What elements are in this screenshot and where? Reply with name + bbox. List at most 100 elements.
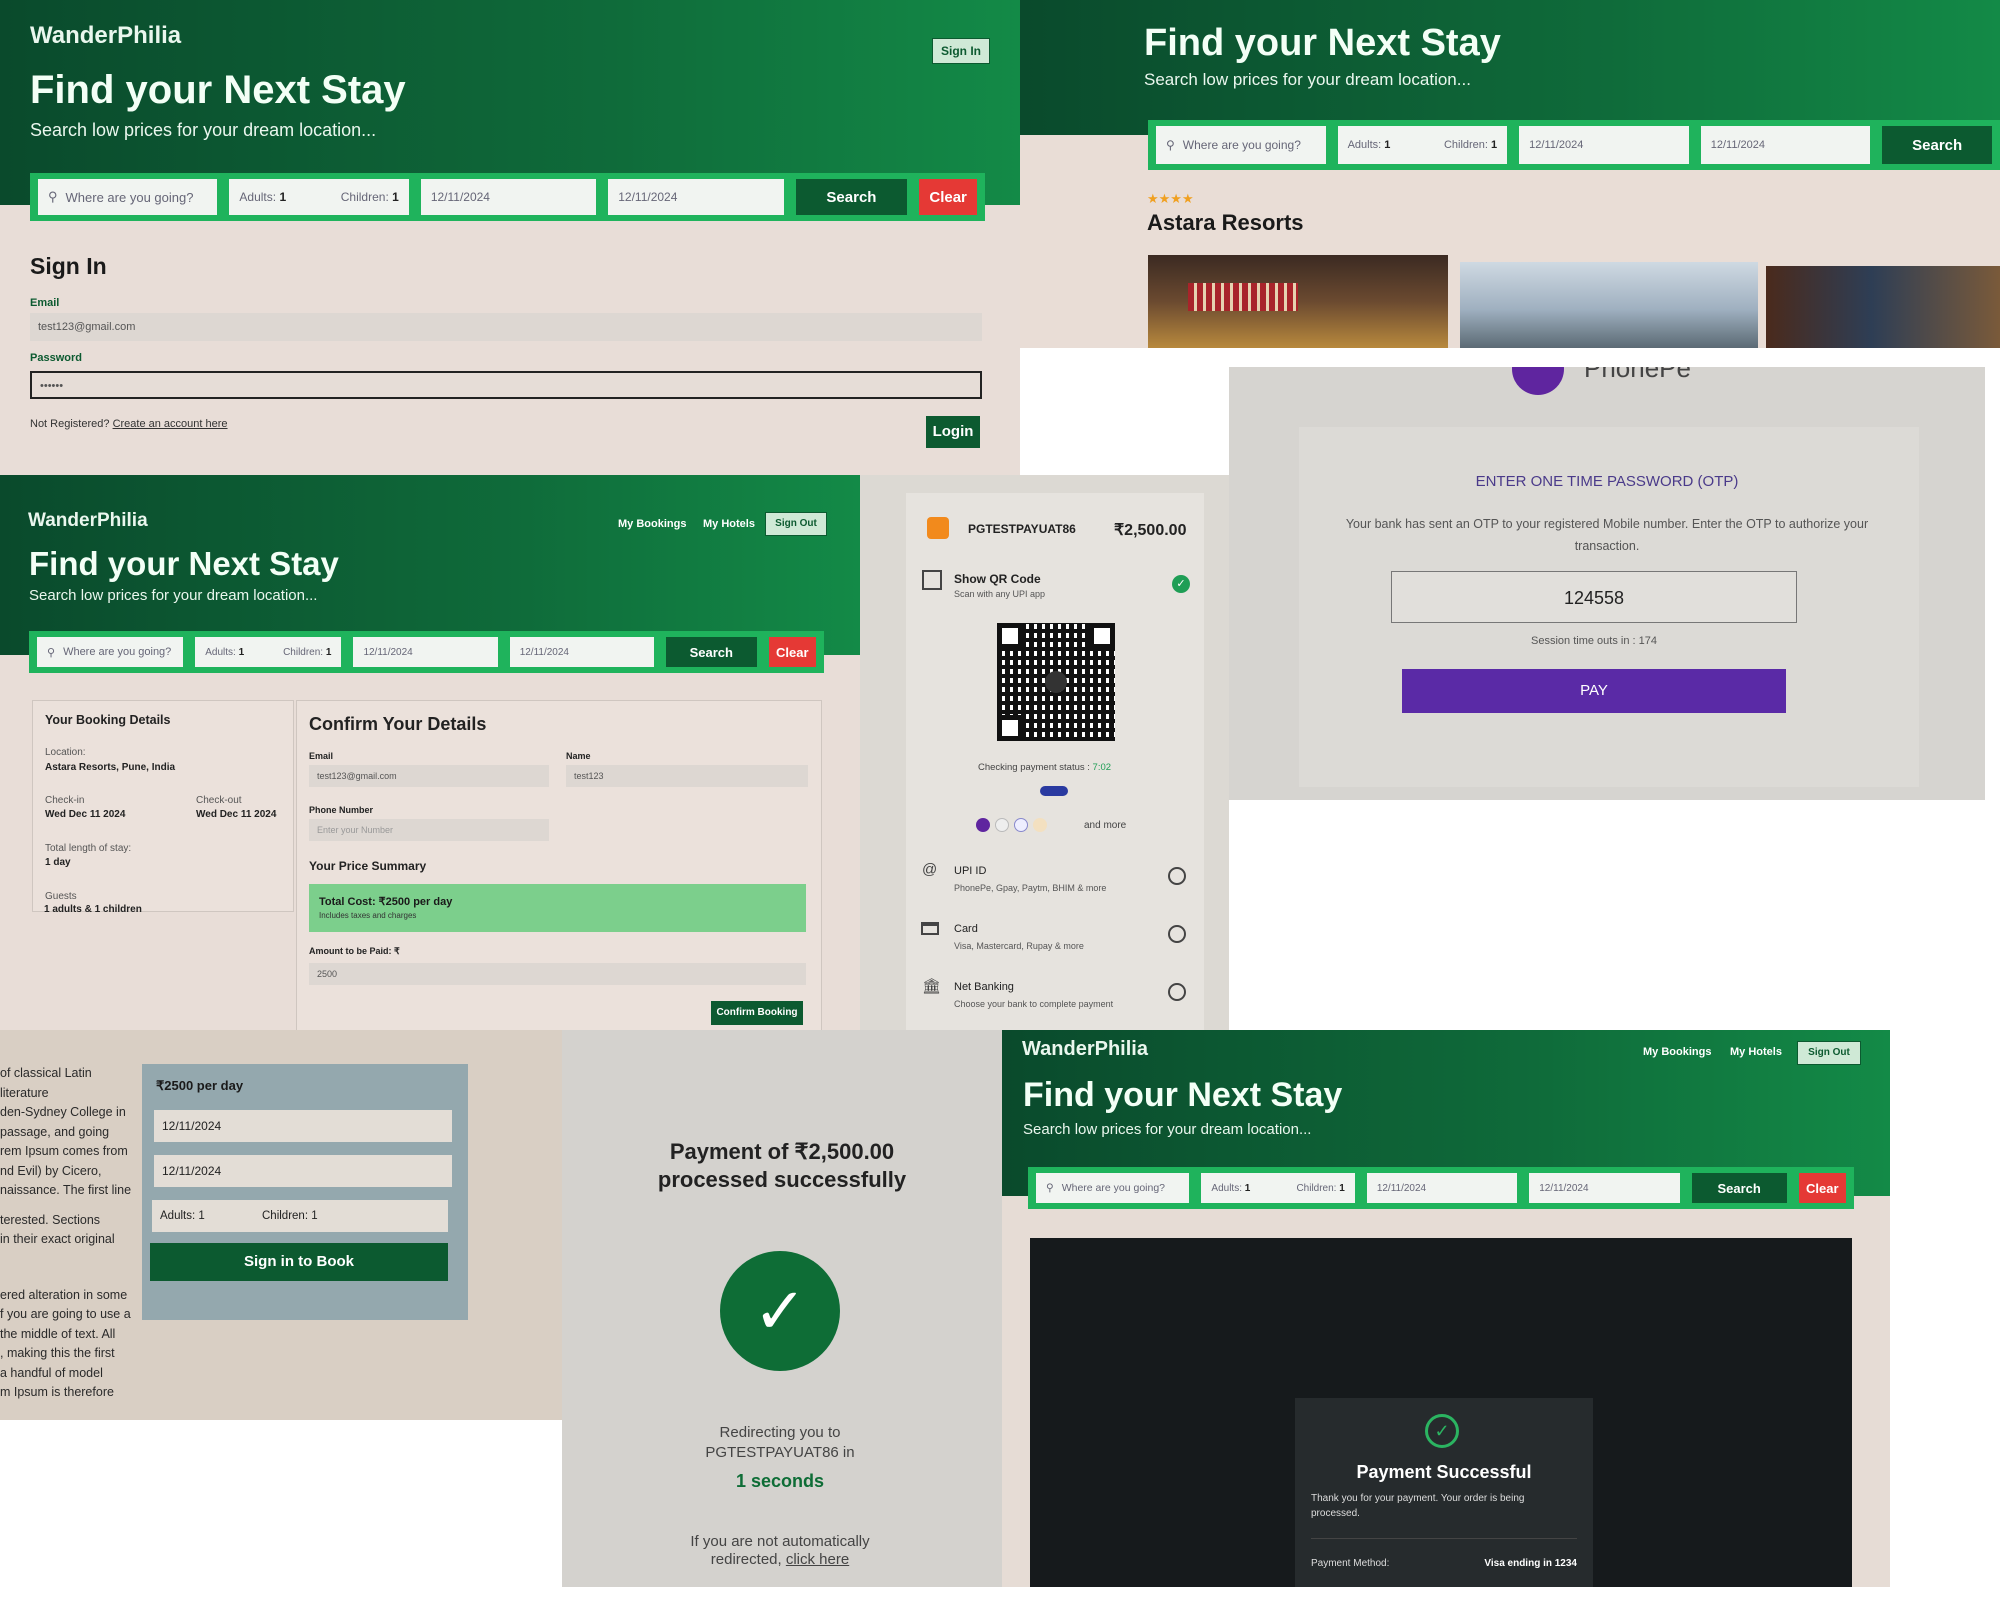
guests-field[interactable]: Adults: 1 Children: 1	[229, 179, 409, 215]
my-bookings-link[interactable]: My Bookings	[1643, 1046, 1711, 1058]
page-subtitle: Search low prices for your dream locatio…	[1023, 1121, 1312, 1138]
payment-methods-screenshot: PGTESTPAYUAT86 ₹2,500.00 Show QR Code Sc…	[860, 475, 1229, 1030]
payment-status-text: Checking payment status : 7:02	[977, 762, 1112, 773]
phonepe-icon	[976, 818, 990, 832]
gpay-icon	[995, 818, 1009, 832]
qr-selected-check-icon[interactable]: ✓	[1172, 575, 1190, 593]
guests-field[interactable]: Adults: 1 Children: 1	[195, 637, 342, 667]
bhim-icon	[1033, 818, 1047, 832]
my-hotels-link[interactable]: My Hotels	[1730, 1046, 1782, 1058]
brand-logo[interactable]: WanderPhilia	[30, 22, 181, 50]
destination-input[interactable]: ⚲ Where are you going?	[38, 179, 218, 215]
modal-text: Thank you for your payment. Your order i…	[1311, 1493, 1525, 1519]
clear-button[interactable]: Clear	[768, 637, 816, 667]
guests-field[interactable]: Adults: 1 Children: 1	[1337, 126, 1508, 164]
and-more-text: and more	[1084, 820, 1127, 831]
netbanking-option-subtitle: Choose your bank to complete payment	[954, 999, 1114, 1009]
destination-input[interactable]: ⚲ Where are you going?	[37, 637, 184, 667]
my-hotels-link[interactable]: My Hotels	[703, 518, 755, 530]
checkin-date-input[interactable]: 12/11/2024	[154, 1110, 452, 1142]
bank-icon: 🏛	[922, 978, 942, 995]
pay-button[interactable]: PAY	[1402, 669, 1786, 713]
email-label: Email	[30, 297, 60, 309]
destination-input[interactable]: ⚲ Where are you going?	[1036, 1173, 1190, 1203]
search-bar: ⚲ Where are you going? Adults: 1 Childre…	[30, 173, 985, 221]
my-bookings-link[interactable]: My Bookings	[618, 518, 686, 530]
not-registered-text: Not Registered? Create an account here	[30, 418, 228, 430]
upi-radio[interactable]	[1168, 867, 1186, 885]
search-button[interactable]: Search	[795, 179, 908, 215]
clear-button[interactable]: Clear	[919, 179, 978, 215]
destination-input[interactable]: ⚲ Where are you going?	[1156, 126, 1326, 164]
sign-out-button[interactable]: Sign Out	[1797, 1041, 1861, 1065]
netbanking-option-title[interactable]: Net Banking	[954, 981, 1014, 993]
hotel-image[interactable]	[1148, 255, 1448, 348]
page-subtitle: Search low prices for your dream locatio…	[29, 587, 318, 604]
length-value: 1 day	[45, 857, 71, 868]
sign-in-to-book-button[interactable]: Sign in to Book	[150, 1243, 448, 1281]
brand-logo[interactable]: WanderPhilia	[1022, 1038, 1148, 1061]
checkout-date-input[interactable]: 12/11/2024	[509, 637, 654, 667]
sign-in-nav-button[interactable]: Sign In	[932, 38, 990, 64]
email-field[interactable]: test123@gmail.com	[30, 313, 982, 341]
location-value: Astara Resorts, Pune, India	[45, 762, 176, 773]
hero-header	[1020, 0, 2000, 135]
phone-field[interactable]: Enter your Number	[309, 819, 549, 841]
search-button[interactable]: Search	[665, 637, 757, 667]
netbanking-radio[interactable]	[1168, 983, 1186, 1001]
name-field[interactable]: test123	[566, 765, 808, 787]
checkout-date-input[interactable]: 12/11/2024	[608, 179, 784, 215]
create-account-link[interactable]: Create an account here	[113, 418, 228, 430]
card-option-title[interactable]: Card	[954, 923, 978, 935]
checkin-date-input[interactable]: 12/11/2024	[1519, 126, 1689, 164]
at-sign-icon: @	[922, 861, 938, 878]
hotel-image[interactable]	[1766, 266, 2000, 348]
brand-logo[interactable]: WanderPhilia	[28, 510, 148, 532]
password-field[interactable]: ••••••	[30, 371, 982, 399]
upi-option-title[interactable]: UPI ID	[954, 865, 986, 877]
amount-label: Amount to be Paid: ₹	[309, 946, 400, 956]
guests-value: 1 adults & 1 children	[44, 904, 142, 915]
guests-field[interactable]: Adults: 1 Children: 1	[1201, 1173, 1355, 1203]
location-label: Location:	[45, 747, 86, 758]
sign-out-button[interactable]: Sign Out	[765, 512, 827, 536]
phone-label: Phone Number	[309, 805, 374, 815]
merchant-logo-icon	[927, 517, 949, 539]
confirm-booking-button[interactable]: Confirm Booking	[711, 1001, 803, 1025]
qr-option-title[interactable]: Show QR Code	[954, 572, 1041, 586]
card-option-subtitle: Visa, Mastercard, Rupay & more	[954, 941, 1084, 951]
qr-option-subtitle: Scan with any UPI app	[954, 589, 1046, 599]
click-here-link[interactable]: click here	[786, 1551, 849, 1568]
booking-card	[142, 1064, 468, 1320]
checkin-date-input[interactable]: 12/11/2024	[420, 179, 597, 215]
redirect-text: Redirecting you to PGTESTPAYUAT86 in	[705, 1424, 855, 1461]
login-button[interactable]: Login	[926, 416, 980, 448]
success-check-icon: ✓	[720, 1251, 840, 1371]
email-field[interactable]: test123@gmail.com	[309, 765, 549, 787]
search-icon: ⚲	[1166, 138, 1175, 152]
price-summary-heading: Your Price Summary	[309, 859, 427, 873]
checkout-date-input[interactable]: 12/11/2024	[1700, 126, 1871, 164]
search-button[interactable]: Search	[1691, 1173, 1787, 1203]
search-button[interactable]: Search	[1882, 126, 1992, 164]
checkout-label: Check-out	[196, 795, 242, 806]
total-cost: Total Cost: ₹2500 per day	[319, 896, 453, 908]
search-bar: ⚲ Where are you going? Adults: 1 Childre…	[1028, 1167, 1854, 1209]
clear-button[interactable]: Clear	[1798, 1173, 1846, 1203]
includes-text: Includes taxes and charges	[319, 911, 417, 920]
qr-code[interactable]	[997, 623, 1115, 741]
payment-method-value: Visa ending in 1234	[1484, 1558, 1577, 1569]
checkin-date-input[interactable]: 12/11/2024	[353, 637, 498, 667]
page-title: Find your Next Stay	[30, 68, 406, 112]
card-radio[interactable]	[1168, 925, 1186, 943]
guests-field[interactable]: Adults: 1 Children: 1	[152, 1200, 448, 1232]
otp-input[interactable]: 124558	[1391, 571, 1797, 623]
status-toggle	[1040, 786, 1068, 796]
checkin-date-input[interactable]: 12/11/2024	[1366, 1173, 1518, 1203]
price-per-day: ₹2500 per day	[156, 1078, 244, 1093]
search-icon: ⚲	[47, 646, 56, 659]
checkout-date-input[interactable]: 12/11/2024	[154, 1155, 452, 1187]
page-subtitle: Search low prices for your dream locatio…	[1144, 70, 1471, 89]
hotel-image[interactable]	[1460, 262, 1758, 348]
checkout-date-input[interactable]: 12/11/2024	[1529, 1173, 1680, 1203]
